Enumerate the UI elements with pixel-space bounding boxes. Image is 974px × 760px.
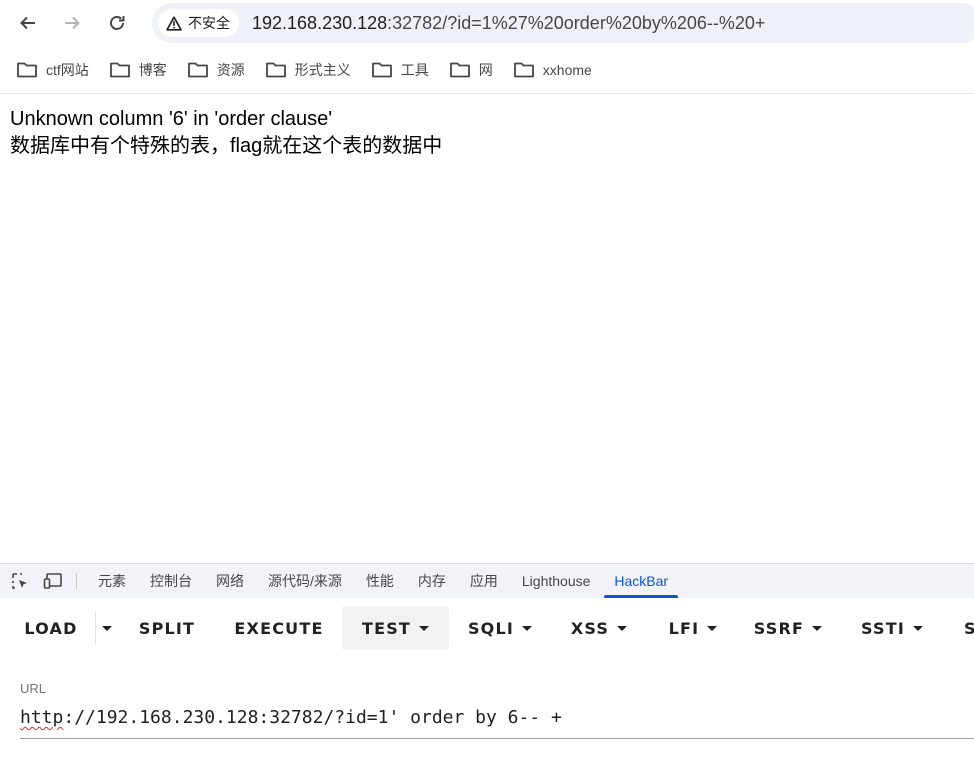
sqli-menu-button[interactable]: SQLI [456, 606, 544, 650]
security-indicator[interactable]: 不安全 [158, 9, 239, 37]
forward-button[interactable] [56, 7, 88, 39]
hint-message: 数据库中有个特殊的表，flag就在这个表的数据中 [10, 135, 443, 157]
address-host: 192.168.230.128 [252, 13, 388, 33]
tab-application[interactable]: 应用 [458, 564, 510, 598]
tab-hackbar[interactable]: HackBar [602, 564, 680, 598]
ssti-menu-button[interactable]: SSTI [852, 606, 932, 650]
execute-button[interactable]: EXECUTE [222, 606, 336, 650]
split-label: SPLIT [138, 618, 196, 638]
tab-elements[interactable]: 元素 [86, 564, 138, 598]
address-path: :32782/?id=1%27%20order%20by%206--%20+ [387, 13, 766, 33]
xss-label: XSS [570, 618, 610, 638]
lfi-menu-button[interactable]: LFI [656, 606, 730, 650]
tab-network[interactable]: 网络 [204, 564, 256, 598]
toolbar-divider [76, 573, 77, 589]
caret-down-icon [522, 625, 533, 631]
arrow-left-icon [20, 16, 35, 30]
url-scheme: http [20, 707, 64, 728]
bookmark-item[interactable]: 博客 [109, 60, 167, 80]
sql-error-message: Unknown column '6' in 'order clause' [10, 108, 333, 130]
more-label: S [964, 618, 974, 638]
lfi-label: LFI [668, 618, 700, 638]
test-menu-button[interactable]: TEST [342, 606, 449, 650]
tab-sources[interactable]: 源代码/来源 [256, 564, 354, 598]
browser-toolbar: 不安全 192.168.230.128:32782/?id=1%27%20ord… [0, 0, 974, 46]
device-mode-icon [43, 573, 62, 589]
bookmark-label: xxhome [542, 61, 592, 78]
bookmark-label: 工具 [400, 61, 429, 78]
bookmark-label: 网 [478, 61, 493, 78]
address-url[interactable]: 192.168.230.128:32782/?id=1%27%20order%2… [252, 12, 765, 34]
caret-down-icon [812, 625, 823, 631]
url-field-label: URL [20, 681, 47, 696]
bookmark-label: ctf网站 [46, 61, 89, 78]
xss-menu-button[interactable]: XSS [560, 606, 638, 650]
url-input[interactable]: http://192.168.230.128:32782/?id=1' orde… [20, 703, 974, 739]
tab-lighthouse[interactable]: Lighthouse [510, 564, 603, 598]
ssrf-menu-button[interactable]: SSRF [746, 606, 830, 650]
back-button[interactable] [12, 7, 44, 39]
ssrf-label: SSRF [753, 618, 805, 638]
bookmark-item[interactable]: 工具 [371, 60, 429, 80]
folder-icon [17, 62, 37, 77]
caret-down-icon [707, 625, 718, 631]
inspect-cursor-icon [12, 573, 27, 589]
split-button[interactable]: SPLIT [128, 606, 206, 650]
bookmark-item[interactable]: xxhome [513, 61, 592, 79]
folder-icon [371, 62, 392, 77]
test-label: TEST [361, 618, 412, 638]
bookmark-label: 形式主义 [294, 61, 351, 78]
ssti-label: SSTI [861, 618, 905, 638]
page-content: Unknown column '6' in 'order clause' 数据库… [10, 106, 442, 160]
bookmark-item[interactable]: 资源 [187, 60, 245, 80]
inspect-element-button[interactable] [4, 564, 36, 598]
hackbar-url-panel: URL http://192.168.230.128:32782/?id=1' … [0, 660, 974, 760]
folder-icon [513, 62, 534, 77]
load-label: LOAD [24, 618, 78, 638]
more-menu-button[interactable]: S [956, 606, 974, 650]
caret-down-icon [617, 625, 628, 631]
folder-icon [109, 62, 130, 77]
bookmark-item[interactable]: ctf网站 [16, 60, 89, 80]
reload-icon [110, 16, 125, 30]
tab-memory[interactable]: 内存 [406, 564, 458, 598]
hackbar-toolbar: LOAD SPLIT EXECUTE TEST SQLI XSS LFI SSR… [0, 598, 974, 660]
execute-label: EXECUTE [234, 618, 324, 638]
url-rest: ://192.168.230.128:32782/?id=1' order by… [63, 707, 562, 728]
bookmark-label: 博客 [138, 61, 167, 78]
arrow-right-icon [65, 16, 80, 30]
sqli-label: SQLI [467, 618, 515, 638]
reload-button[interactable] [101, 7, 133, 39]
devtools-tabbar: 元素 控制台 网络 源代码/来源 性能 内存 应用 Lighthouse Hac… [0, 563, 974, 598]
load-dropdown-button[interactable] [96, 606, 118, 650]
device-toolbar-button[interactable] [36, 564, 70, 598]
bookmarks-bar: ctf网站 博客 资源 形式主义 工具 网 xxhome [0, 46, 974, 94]
caret-down-icon [102, 625, 112, 631]
bookmark-item[interactable]: 形式主义 [265, 60, 351, 80]
bookmark-label: 资源 [216, 61, 245, 78]
address-bar[interactable]: 不安全 192.168.230.128:32782/?id=1%27%20ord… [152, 3, 974, 43]
security-label: 不安全 [188, 15, 230, 31]
folder-icon [449, 62, 470, 77]
bookmark-item[interactable]: 网 [449, 60, 493, 80]
caret-down-icon [419, 625, 430, 631]
warning-triangle-icon [166, 15, 182, 31]
folder-icon [265, 62, 286, 77]
caret-down-icon [913, 625, 923, 631]
folder-icon [187, 62, 208, 77]
tab-performance[interactable]: 性能 [354, 564, 406, 598]
load-button[interactable]: LOAD [16, 606, 86, 650]
tab-console[interactable]: 控制台 [138, 564, 204, 598]
